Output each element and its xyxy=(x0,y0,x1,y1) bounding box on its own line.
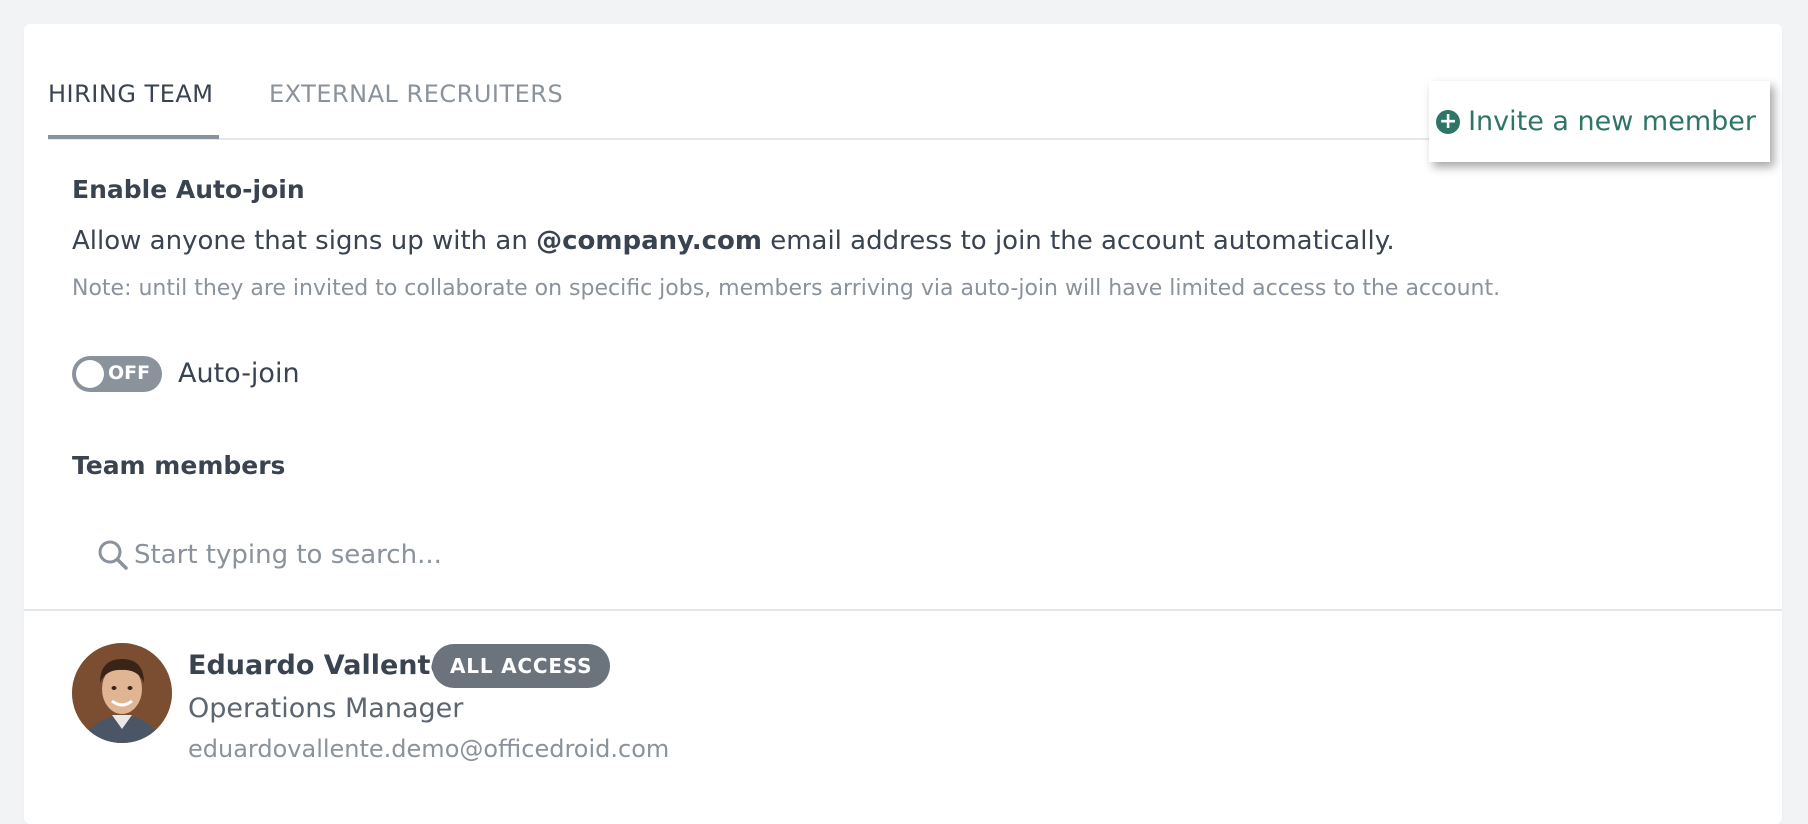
list-divider xyxy=(24,609,1782,611)
member-search xyxy=(96,535,896,575)
toggle-knob xyxy=(76,360,104,388)
autojoin-toggle[interactable]: OFF xyxy=(72,356,162,392)
tab-external-recruiters[interactable]: EXTERNAL RECRUITERS xyxy=(269,80,563,108)
autojoin-description: Allow anyone that signs up with an @comp… xyxy=(72,226,1395,256)
member-name[interactable]: Eduardo Vallente xyxy=(188,650,449,681)
toggle-state: OFF xyxy=(108,362,151,384)
access-badge: ALL ACCESS xyxy=(432,644,611,688)
autojoin-desc-before: Allow anyone that signs up with an xyxy=(72,226,537,256)
autojoin-title: Enable Auto-join xyxy=(72,175,305,204)
avatar-image xyxy=(72,643,172,743)
invite-member-button[interactable]: + Invite a new member xyxy=(1429,81,1770,162)
search-icon xyxy=(98,540,128,570)
tab-hiring-team[interactable]: HIRING TEAM xyxy=(48,80,214,108)
team-members-title: Team members xyxy=(72,451,286,480)
tab-bar: HIRING TEAM EXTERNAL RECRUITERS + Invite… xyxy=(48,55,1770,162)
autojoin-note: Note: until they are invited to collabor… xyxy=(72,276,1501,301)
member-role: Operations Manager xyxy=(188,693,464,724)
autojoin-desc-after: email address to join the account automa… xyxy=(761,226,1395,256)
member-email: eduardovallente.demo@officedroid.com xyxy=(188,735,670,763)
plus-circle-icon: + xyxy=(1436,109,1461,134)
invite-member-label: Invite a new member xyxy=(1468,106,1756,137)
autojoin-domain: @company.com xyxy=(536,226,762,256)
autojoin-toggle-label: Auto-join xyxy=(178,358,300,389)
avatar[interactable] xyxy=(72,643,172,743)
search-input[interactable] xyxy=(134,540,834,570)
active-tab-indicator xyxy=(48,135,219,139)
